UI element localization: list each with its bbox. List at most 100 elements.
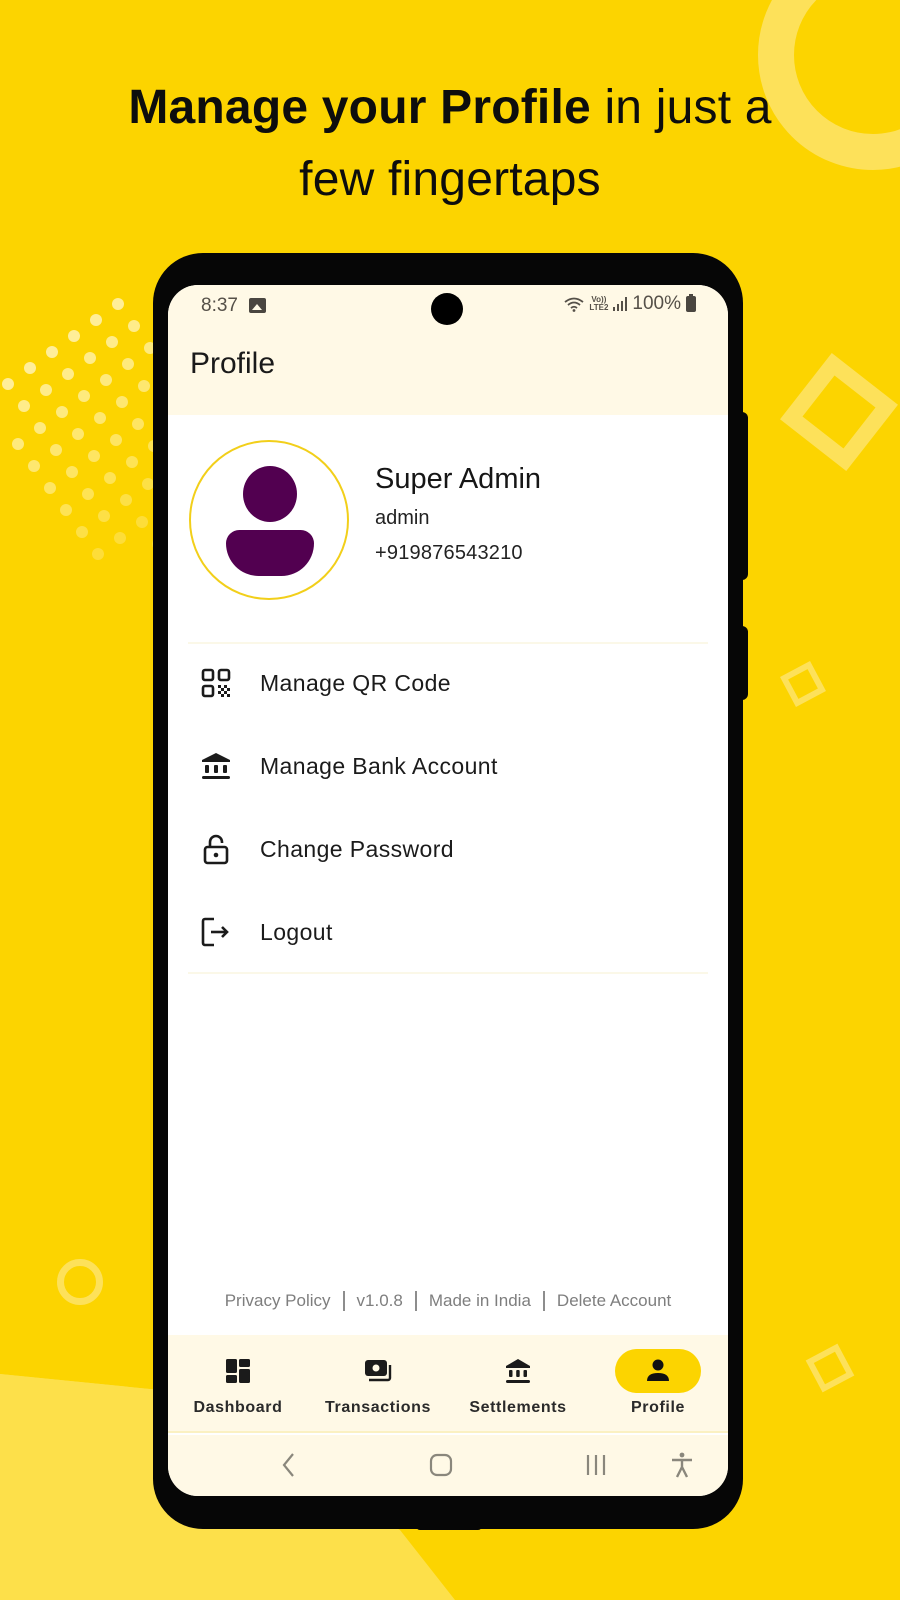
battery-percent: 100% [632,293,681,314]
headline-light: in just a [590,81,772,134]
headline-line-2: few fingertaps [299,153,601,206]
decorative-dot [18,400,30,412]
phone-volume-button [740,412,748,580]
decorative-dot [50,444,62,456]
user-name: Super Admin [375,463,542,495]
home-icon[interactable] [428,1451,454,1479]
decorative-dot [92,548,104,560]
menu-item-manage-qr-code[interactable]: Manage QR Code [168,642,728,724]
page-title: Profile [190,347,276,380]
nav-tab-profile[interactable]: Profile [588,1335,728,1433]
footer-separator [414,1291,417,1311]
decorative-dot [128,320,140,332]
bottom-navigation: Dashboard Transactions Settlements Profi… [168,1335,728,1433]
decorative-dot [136,516,148,528]
decorative-small-ring [57,1259,103,1305]
decorative-dot [56,406,68,418]
menu-label: Manage Bank Account [260,752,498,779]
back-icon[interactable] [276,1451,302,1479]
decorative-dot [90,314,102,326]
bank-icon [506,1359,530,1383]
wifi-icon [564,297,584,312]
decorative-dot [84,352,96,364]
person-icon [647,1359,669,1381]
headline: Manage your Profile in just a few finger… [0,72,900,216]
volte-icon: Vo)) LTE2 [589,296,608,312]
decorative-dot [126,456,138,468]
dashboard-icon [226,1359,250,1383]
nav-label: Transactions [325,1399,431,1416]
menu-label: Logout [260,918,333,945]
front-camera [431,293,463,325]
decorative-dot [100,374,112,386]
decorative-dot [2,378,14,390]
nav-tab-dashboard[interactable]: Dashboard [168,1335,308,1433]
decorative-dot [62,368,74,380]
footer-separator [542,1291,545,1311]
decorative-dot [98,510,110,522]
decorative-dot-pattern [2,298,166,560]
status-bar: 8:37 Vo)) LTE2 100% [168,285,728,325]
decorative-dot [44,482,56,494]
nav-tab-settlements[interactable]: Settlements [448,1335,588,1433]
decorative-dot [110,434,122,446]
status-icons: Vo)) LTE2 100% [564,293,696,315]
decorative-dot [88,450,100,462]
decorative-dot [28,460,40,472]
decorative-dot [24,362,36,374]
phone-power-button [740,626,748,700]
decorative-dot [12,438,24,450]
menu-item-logout[interactable]: Logout [168,891,728,973]
decorative-dot [40,384,52,396]
avatar[interactable] [189,440,349,600]
menu-label: Manage QR Code [260,669,451,696]
decorative-diamond-small [805,1343,855,1393]
decorative-dot [116,396,128,408]
decorative-dot [104,472,116,484]
decorative-dot [34,422,46,434]
accessibility-icon[interactable] [669,1451,695,1479]
menu-label: Change Password [260,835,454,862]
decorative-dot [66,466,78,478]
network-type-bottom: LTE2 [589,303,609,312]
battery-icon [686,294,696,312]
bank-icon [202,753,230,779]
nav-tab-transactions[interactable]: Transactions [308,1335,448,1433]
decorative-dot [132,418,144,430]
menu-item-manage-bank-account[interactable]: Manage Bank Account [168,725,728,807]
gallery-icon [249,298,266,313]
decorative-dot [138,380,150,392]
footer-separator [342,1291,345,1311]
app-header: Profile [168,325,728,415]
decorative-dot [122,358,134,370]
phone-screen: 8:37 Vo)) LTE2 100% Profile Super Admin … [168,285,728,1496]
menu-divider-bottom [188,972,708,974]
privacy-policy-link[interactable]: Privacy Policy [225,1291,331,1311]
status-time: 8:37 [201,295,238,316]
avatar-head [243,466,297,522]
decorative-dot [46,346,58,358]
qr-code-icon [201,668,231,698]
headline-bold: Manage your Profile [128,81,591,134]
decorative-dot [60,504,72,516]
recent-apps-icon[interactable] [583,1451,609,1479]
menu-item-change-password[interactable]: Change Password [168,808,728,890]
decorative-dot [72,428,84,440]
transactions-icon [365,1360,392,1382]
nav-label: Dashboard [193,1399,283,1416]
avatar-body [226,530,314,576]
made-in-india-text: Made in India [428,1291,531,1310]
decorative-dot [78,390,90,402]
nav-label: Profile [631,1399,685,1416]
decorative-diamond-large [780,353,898,471]
delete-account-link[interactable]: Delete Account [557,1291,671,1311]
decorative-dot [94,412,106,424]
phone-bottom-port [416,1524,482,1530]
decorative-dot [82,488,94,500]
logout-icon [201,917,229,947]
decorative-dot [120,494,132,506]
system-navigation-bar [168,1435,728,1496]
footer-links: Privacy Policy v1.0.8 Made in India Dele… [168,1291,728,1311]
decorative-dot [112,298,124,310]
decorative-dot [114,532,126,544]
